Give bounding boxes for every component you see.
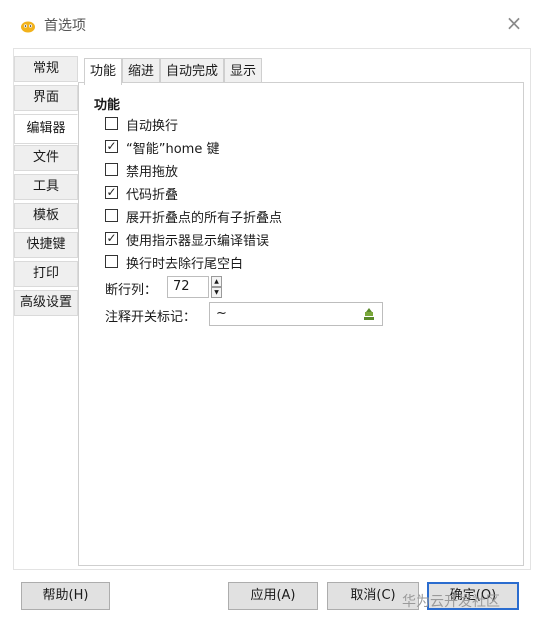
checkbox[interactable]: ✓: [105, 232, 118, 245]
app-logo-icon: [21, 21, 35, 33]
checkbox[interactable]: ✓: [105, 186, 118, 199]
section-title: 功能: [94, 98, 121, 113]
tab-indent[interactable]: 缩进: [122, 58, 160, 84]
tab-autocomplete[interactable]: 自动完成: [160, 58, 224, 84]
sidebar-item-shortcuts[interactable]: 快捷键: [14, 232, 78, 258]
spin-down-icon[interactable]: ▼: [211, 287, 222, 298]
sidebar-item-files[interactable]: 文件: [14, 145, 78, 171]
checkbox[interactable]: [105, 255, 118, 268]
spin-up-icon[interactable]: ▲: [211, 276, 222, 287]
help-button[interactable]: 帮助(H): [21, 582, 110, 610]
tab-features[interactable]: 功能: [84, 58, 122, 85]
checkbox[interactable]: [105, 209, 118, 222]
checkbox[interactable]: [105, 117, 118, 130]
sidebar-item-advanced[interactable]: 高级设置: [14, 290, 78, 316]
sidebar-item-tools[interactable]: 工具: [14, 174, 78, 200]
tab-display[interactable]: 显示: [224, 58, 262, 84]
sidebar-item-interface[interactable]: 界面: [14, 85, 78, 111]
sidebar-item-print[interactable]: 打印: [14, 261, 78, 287]
sidebar-item-editor[interactable]: 编辑器: [14, 114, 78, 144]
sidebar-item-general[interactable]: 常规: [14, 56, 78, 82]
checkbox[interactable]: [105, 163, 118, 176]
comment-marker-input[interactable]: ~: [209, 302, 383, 326]
line-break-stepper[interactable]: 72 ▲ ▼: [167, 276, 223, 298]
window-title: 首选项: [44, 18, 86, 34]
comment-marker-label: 注释开关标记：: [105, 310, 197, 325]
close-icon[interactable]: ×: [504, 13, 524, 33]
apply-button[interactable]: 应用(A): [228, 582, 318, 610]
watermark: 华为云开发社区: [402, 594, 500, 610]
clear-field-icon[interactable]: [362, 307, 376, 321]
title-bar: 首选项 ×: [0, 0, 542, 48]
line-break-input[interactable]: 72: [167, 276, 209, 298]
sidebar-item-templates[interactable]: 模板: [14, 203, 78, 229]
checkbox[interactable]: ✓: [105, 140, 118, 153]
line-break-label: 断行列：: [105, 283, 158, 298]
